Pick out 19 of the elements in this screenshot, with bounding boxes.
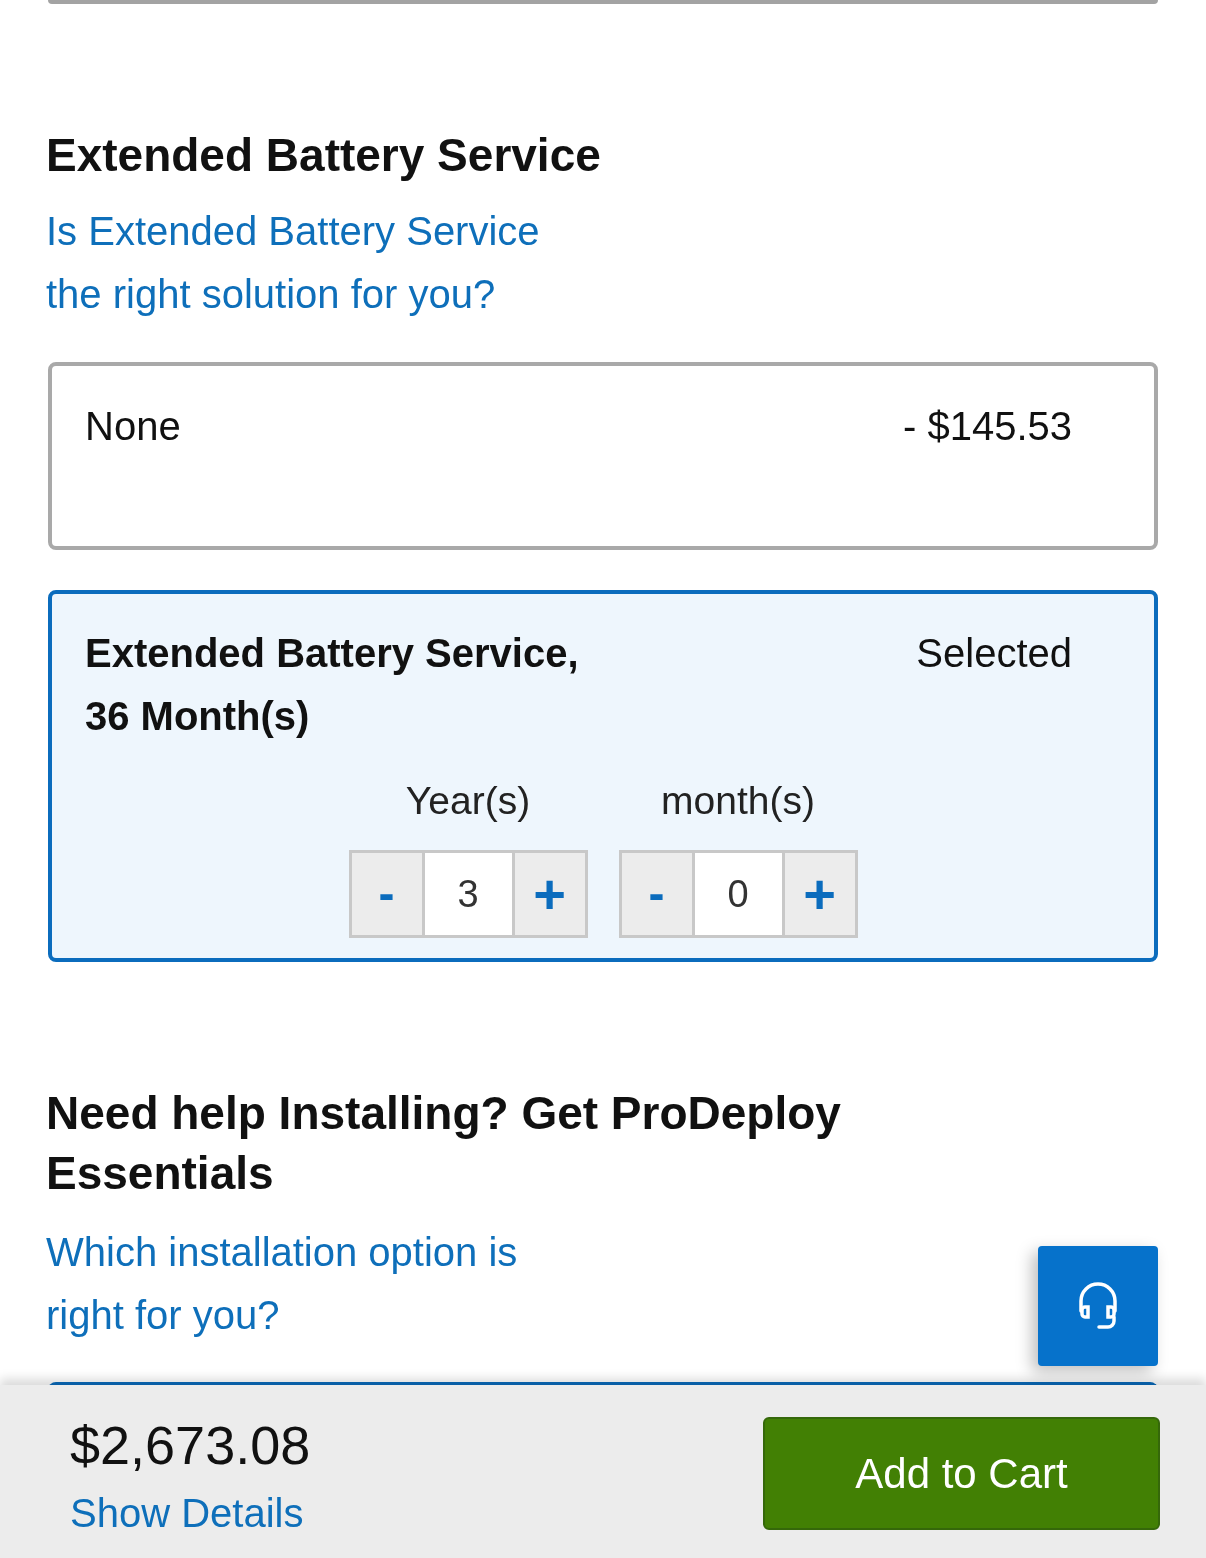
- total-price: $2,673.08: [70, 1415, 311, 1475]
- option-name: Extended Battery Service, 36 Month(s): [85, 630, 580, 740]
- stepper-input[interactable]: 3: [421, 853, 515, 935]
- support-chat-button[interactable]: [1038, 1246, 1158, 1366]
- add-to-cart-button[interactable]: Add to Cart: [763, 1417, 1160, 1530]
- show-details-link[interactable]: Show Details: [70, 1488, 311, 1538]
- option-name: None: [85, 403, 181, 450]
- stepper-input[interactable]: 0: [691, 853, 785, 935]
- headset-icon: [1077, 1281, 1119, 1331]
- stepper-label: month(s): [661, 778, 815, 824]
- help-link[interactable]: Which installation option is right for you?: [46, 1221, 566, 1347]
- option-card[interactable]: None - $145.53: [48, 362, 1158, 550]
- help-link[interactable]: Is Extended Battery Service the right solution for you?: [46, 200, 566, 326]
- option-status: Selected: [916, 630, 1072, 677]
- selected-option-card[interactable]: Extended Battery Service, 36 Month(s) Selected Year(s) - 3 + month(s) - 0 +: [48, 590, 1158, 962]
- section-heading: Need help Installing? Get ProDeploy Essentials: [46, 1086, 842, 1201]
- option-price: - $145.53: [902, 403, 1072, 450]
- section-heading: Extended Battery Service: [46, 128, 602, 182]
- stepper-label: Year(s): [405, 778, 531, 824]
